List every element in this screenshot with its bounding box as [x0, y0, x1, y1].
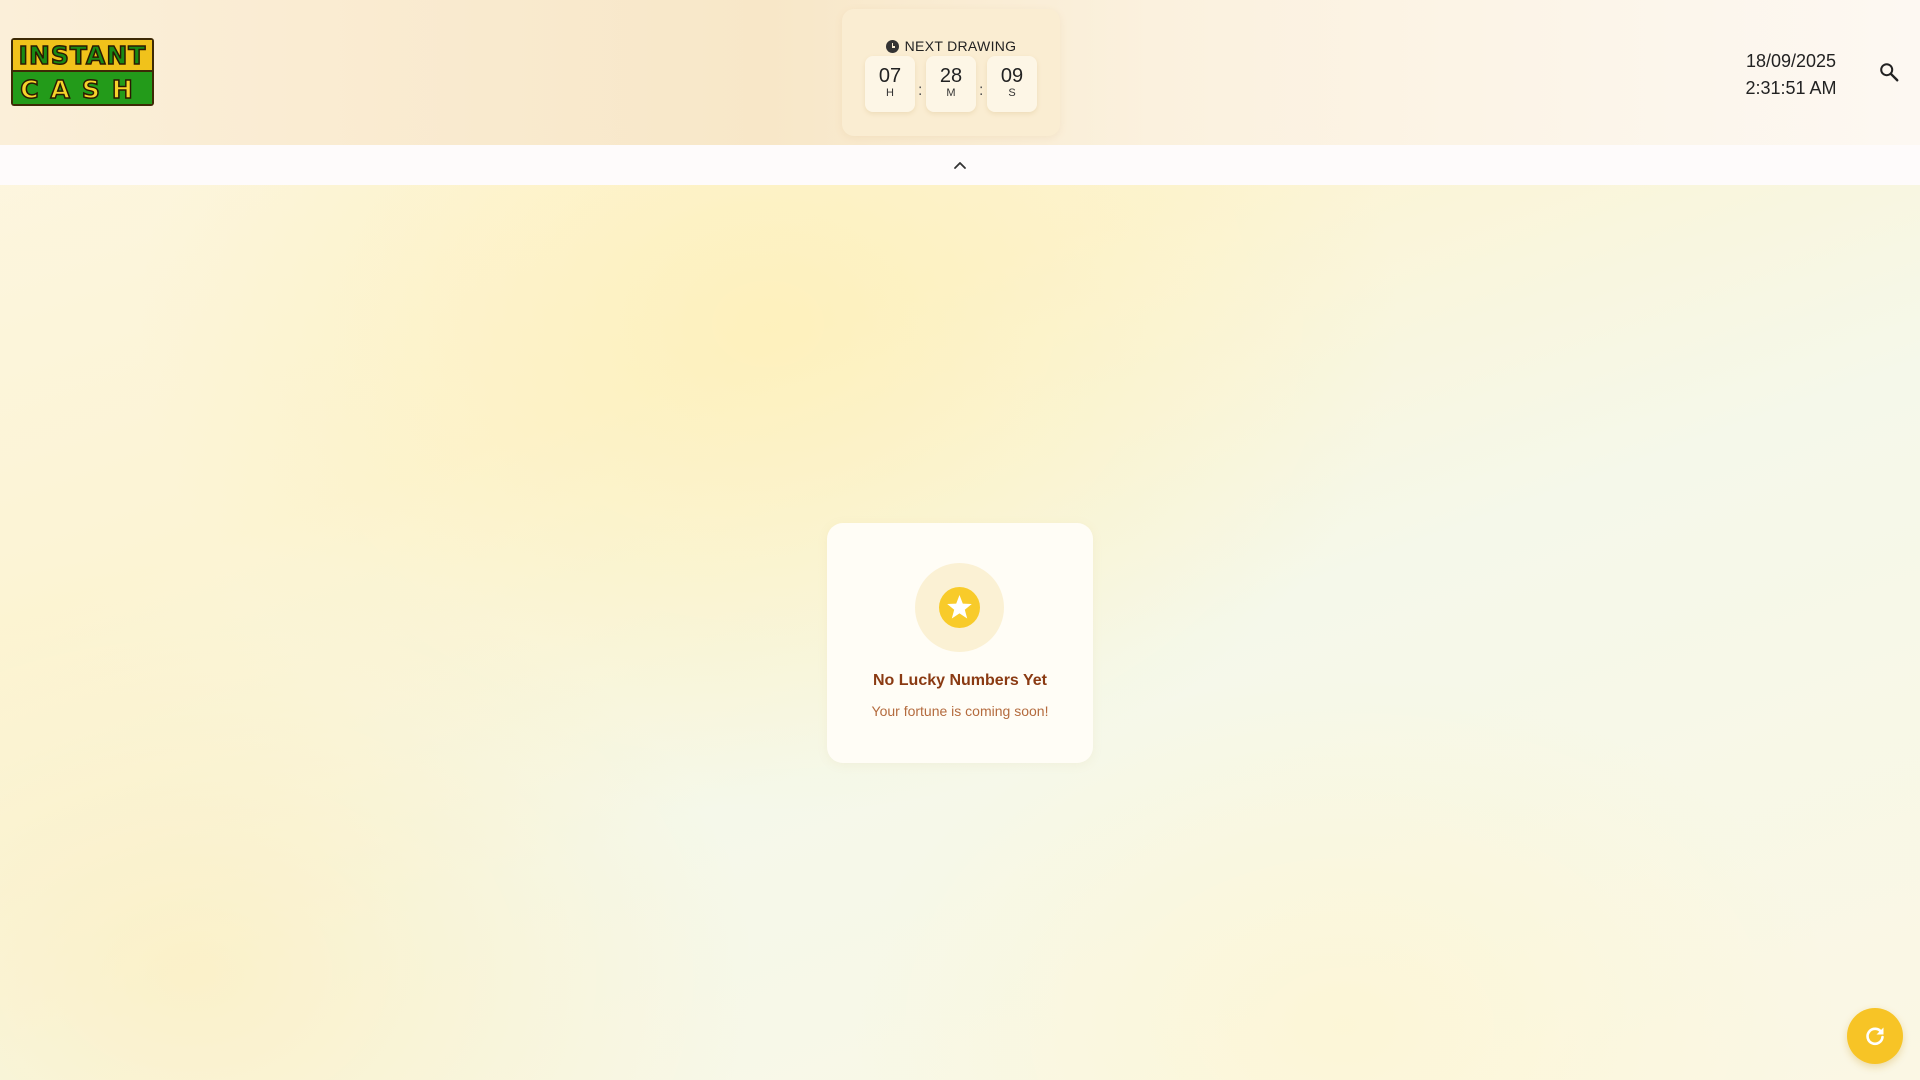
- empty-state-title: No Lucky Numbers Yet: [873, 672, 1047, 689]
- collapse-header-button[interactable]: [950, 155, 970, 175]
- seconds-unit: S: [1008, 87, 1016, 99]
- clock-icon: [885, 40, 899, 53]
- hours-value: 07: [878, 65, 902, 87]
- search-button[interactable]: [1878, 61, 1900, 83]
- star-badge: [915, 563, 1004, 652]
- empty-state-card: No Lucky Numbers Yet Your fortune is com…: [827, 523, 1093, 763]
- countdown-separator: :: [918, 82, 923, 99]
- refresh-icon: [1866, 1027, 1884, 1046]
- current-time: 2:31:51 AM: [1745, 78, 1837, 98]
- countdown-seconds: 09 S: [987, 56, 1037, 112]
- countdown-separator: :: [979, 82, 984, 99]
- countdown-minutes: 28 M: [926, 56, 976, 112]
- search-icon: [1880, 63, 1899, 82]
- current-date: 18/09/2025: [1745, 51, 1837, 71]
- hours-unit: H: [886, 87, 894, 99]
- app-header: INSTANT CASH NEXT DRAWING 07 H : 28 M : …: [0, 0, 1920, 145]
- logo-line1: INSTANT: [19, 41, 147, 70]
- refresh-button[interactable]: [1847, 1008, 1903, 1064]
- next-drawing-countdown: NEXT DRAWING 07 H : 28 M : 09 S: [842, 9, 1060, 136]
- countdown-hours: 07 H: [865, 56, 915, 112]
- minutes-value: 28: [939, 65, 963, 87]
- seconds-value: 09: [1000, 65, 1024, 87]
- empty-state-subtitle: Your fortune is coming soon!: [871, 703, 1049, 719]
- countdown-title: NEXT DRAWING: [904, 38, 1017, 54]
- header-collapse-bar: [0, 145, 1920, 185]
- countdown-heading: NEXT DRAWING: [842, 37, 1060, 55]
- instant-cash-logo: INSTANT CASH: [11, 38, 154, 106]
- star-icon: [947, 595, 972, 619]
- minutes-unit: M: [946, 87, 956, 99]
- chevron-up-icon: [954, 162, 966, 169]
- logo-line2: CASH: [20, 75, 145, 104]
- current-datetime: 18/09/2025 2:31:51 AM: [1716, 48, 1866, 102]
